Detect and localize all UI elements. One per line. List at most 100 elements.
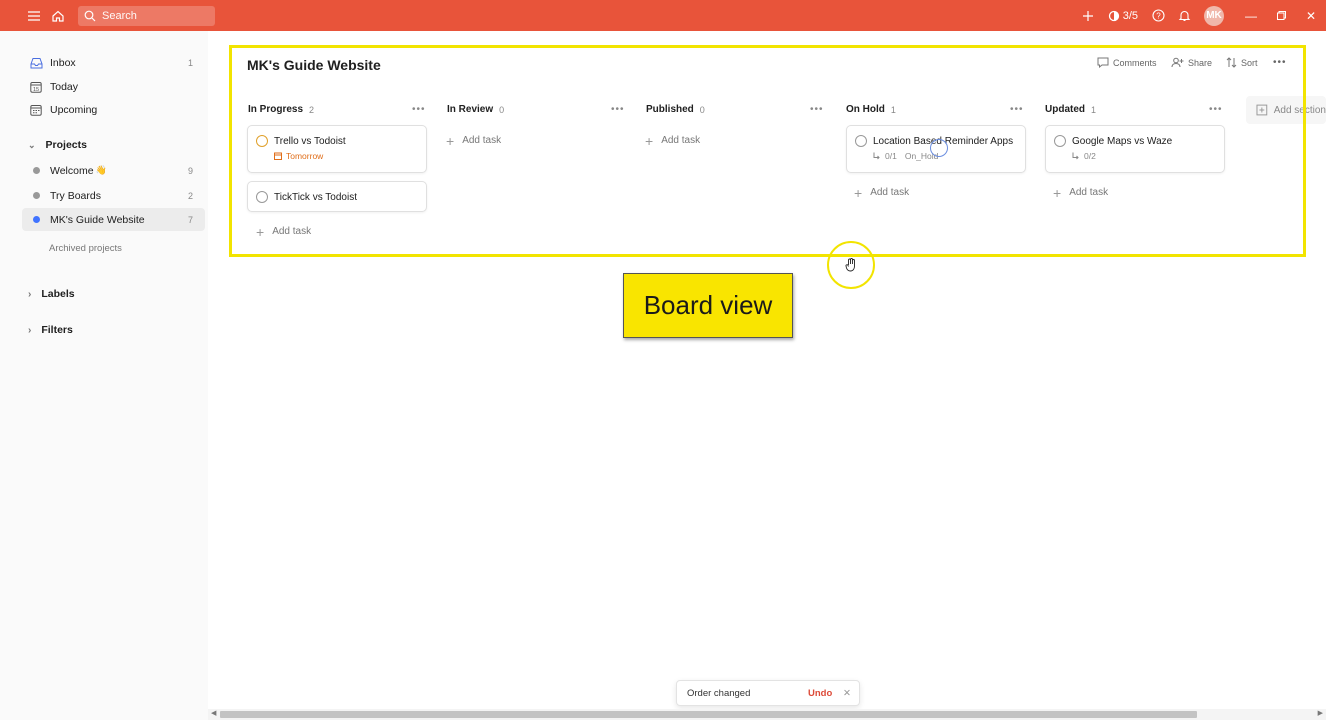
subtask-count: 0/2 bbox=[1084, 151, 1096, 161]
scroll-right-icon[interactable]: ▶ bbox=[1318, 709, 1323, 717]
karma-count: 3/5 bbox=[1122, 9, 1138, 22]
share-button[interactable]: Share bbox=[1171, 57, 1212, 68]
add-task-label: Add task bbox=[661, 135, 701, 146]
maximize-icon[interactable] bbox=[1266, 0, 1296, 31]
productivity-icon bbox=[1108, 10, 1119, 21]
sidebar-item-label: Welcome bbox=[50, 164, 94, 177]
comments-button[interactable]: Comments bbox=[1097, 57, 1157, 68]
column-name: Published bbox=[646, 104, 694, 115]
task-checkbox[interactable] bbox=[256, 135, 268, 147]
task-card-google-maps[interactable]: Google Maps vs Waze 0/2 bbox=[1045, 125, 1225, 173]
plus-icon: + bbox=[446, 132, 455, 149]
help-icon[interactable]: ? bbox=[1148, 6, 1168, 26]
task-checkbox[interactable] bbox=[855, 135, 867, 147]
more-options-icon[interactable]: ••• bbox=[1273, 57, 1287, 68]
task-name: Trello vs Todoist bbox=[274, 135, 346, 147]
sort-button[interactable]: Sort bbox=[1226, 57, 1258, 68]
close-icon[interactable]: ✕ bbox=[1296, 0, 1326, 31]
add-task-icon[interactable] bbox=[1078, 6, 1098, 26]
add-task-button[interactable]: + Add task bbox=[645, 134, 701, 148]
scroll-left-icon[interactable]: ◀ bbox=[211, 709, 216, 717]
chevron-right-icon: › bbox=[28, 288, 32, 300]
plus-icon: + bbox=[1053, 184, 1062, 201]
column-more-icon[interactable]: ••• bbox=[810, 104, 824, 115]
sidebar-item-label: Try Boards bbox=[50, 189, 101, 202]
subtask-icon bbox=[1072, 152, 1079, 160]
add-task-button[interactable]: + Add task bbox=[854, 186, 910, 200]
task-checkbox[interactable] bbox=[1054, 135, 1066, 147]
column-header-published: Published 0 bbox=[646, 104, 705, 115]
welcome-count: 9 bbox=[187, 165, 193, 176]
labels-heading-label: Labels bbox=[41, 288, 75, 300]
search-input[interactable] bbox=[102, 9, 202, 22]
sidebar-item-inbox[interactable]: Inbox 1 bbox=[22, 51, 205, 74]
column-header-in-review: In Review 0 bbox=[447, 104, 504, 115]
sort-label: Sort bbox=[1241, 57, 1258, 68]
horizontal-scrollbar[interactable]: ◀ ▶ bbox=[208, 709, 1326, 720]
add-person-icon bbox=[1171, 57, 1184, 68]
add-task-label: Add task bbox=[870, 187, 910, 198]
archived-projects-link[interactable]: Archived projects bbox=[49, 243, 122, 254]
home-icon[interactable] bbox=[48, 6, 68, 26]
svg-text:?: ? bbox=[1156, 11, 1161, 20]
projects-heading-label: Projects bbox=[45, 139, 87, 151]
cursor-highlight bbox=[827, 241, 875, 289]
search-bar[interactable] bbox=[78, 5, 215, 26]
sidebar-item-welcome[interactable]: Welcome 👋 9 bbox=[22, 159, 205, 182]
share-label: Share bbox=[1188, 57, 1213, 68]
labels-heading[interactable]: › Labels bbox=[28, 288, 75, 300]
hand-cursor-icon bbox=[845, 258, 855, 272]
task-due-date: Tomorrow bbox=[248, 151, 426, 161]
sidebar-item-today[interactable]: 15 Today bbox=[22, 75, 205, 98]
project-dot-icon bbox=[28, 192, 44, 199]
close-toast-icon[interactable]: ✕ bbox=[843, 688, 851, 699]
column-more-icon[interactable]: ••• bbox=[611, 104, 625, 115]
column-name: In Review bbox=[447, 104, 494, 115]
calendar-upcoming-icon bbox=[28, 104, 44, 116]
try-boards-count: 2 bbox=[187, 190, 193, 201]
avatar[interactable]: MK bbox=[1204, 5, 1224, 26]
column-header-on-hold: On Hold 1 bbox=[846, 104, 896, 115]
menu-icon[interactable] bbox=[24, 6, 44, 26]
task-card-trello[interactable]: Trello vs Todoist Tomorrow bbox=[247, 125, 427, 173]
sort-icon bbox=[1226, 57, 1237, 68]
add-task-button[interactable]: + Add task bbox=[256, 223, 311, 240]
loading-spinner bbox=[930, 139, 948, 157]
plus-icon: + bbox=[256, 223, 265, 240]
project-dot-icon bbox=[28, 167, 44, 174]
minimize-icon[interactable]: — bbox=[1236, 0, 1266, 31]
column-more-icon[interactable]: ••• bbox=[412, 104, 426, 115]
subtask-icon bbox=[873, 152, 880, 160]
add-task-button[interactable]: + Add task bbox=[446, 132, 502, 149]
undo-button[interactable]: Undo bbox=[808, 688, 832, 699]
comment-icon bbox=[1097, 57, 1109, 68]
task-card-ticktick[interactable]: TickTick vs Todoist bbox=[247, 181, 427, 212]
svg-text:15: 15 bbox=[33, 86, 39, 92]
bell-icon[interactable] bbox=[1174, 6, 1194, 26]
filters-heading[interactable]: › Filters bbox=[28, 324, 73, 336]
sidebar-item-try-boards[interactable]: Try Boards 2 bbox=[22, 184, 205, 207]
add-section-icon bbox=[1256, 104, 1268, 116]
sidebar-item-label: Today bbox=[50, 80, 79, 93]
karma-productivity[interactable]: 3/5 bbox=[1108, 10, 1138, 22]
sidebar-item-mks-guide-website[interactable]: MK's Guide Website 7 bbox=[22, 208, 205, 231]
add-section-label: Add section bbox=[1273, 104, 1326, 116]
subtask-count: 0/1 bbox=[885, 151, 897, 161]
add-section-button[interactable]: Add section bbox=[1246, 96, 1326, 124]
chevron-right-icon: › bbox=[28, 324, 32, 336]
task-checkbox[interactable] bbox=[256, 191, 268, 203]
add-task-label: Add task bbox=[462, 135, 502, 146]
chevron-down-icon: ⌄ bbox=[28, 139, 36, 150]
column-more-icon[interactable]: ••• bbox=[1209, 104, 1223, 115]
toast-message: Order changed bbox=[687, 687, 751, 699]
calendar-today-icon: 15 bbox=[28, 81, 44, 93]
calendar-icon bbox=[274, 152, 282, 160]
add-task-button[interactable]: + Add task bbox=[1053, 184, 1108, 201]
column-count: 0 bbox=[499, 104, 505, 115]
column-more-icon[interactable]: ••• bbox=[1010, 104, 1024, 115]
scrollbar-thumb[interactable] bbox=[220, 711, 1197, 718]
sidebar-item-upcoming[interactable]: Upcoming bbox=[22, 98, 205, 121]
filters-heading-label: Filters bbox=[41, 324, 73, 336]
task-meta: 0/2 bbox=[1046, 151, 1224, 161]
projects-heading[interactable]: ⌄ Projects bbox=[28, 139, 87, 151]
